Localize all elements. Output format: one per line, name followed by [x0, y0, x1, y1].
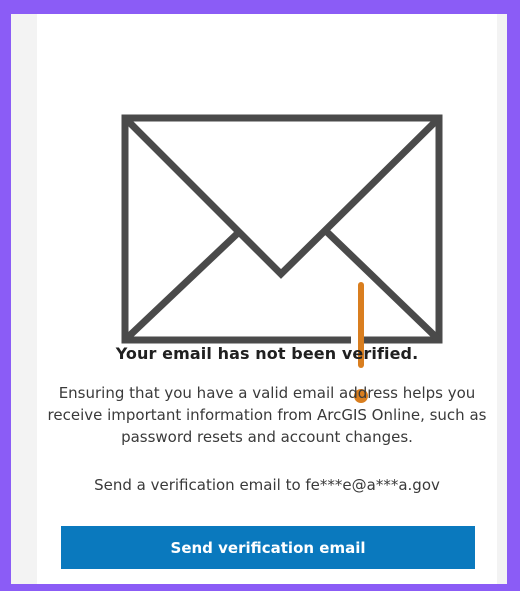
- send-to-line: Send a verification email to fe***e@a***…: [37, 476, 497, 494]
- verification-card: Your email has not been verified. Ensuri…: [37, 14, 497, 584]
- verification-title: Your email has not been verified.: [115, 344, 419, 363]
- page-frame: Your email has not been verified. Ensuri…: [11, 14, 507, 584]
- send-to-prefix: Send a verification email to: [94, 476, 306, 494]
- envelope-icon: [121, 114, 443, 344]
- send-verification-button[interactable]: Send verification email: [61, 526, 475, 569]
- masked-email: fe***e@a***a.gov: [305, 476, 440, 494]
- verification-description: Ensuring that you have a valid email add…: [47, 384, 487, 446]
